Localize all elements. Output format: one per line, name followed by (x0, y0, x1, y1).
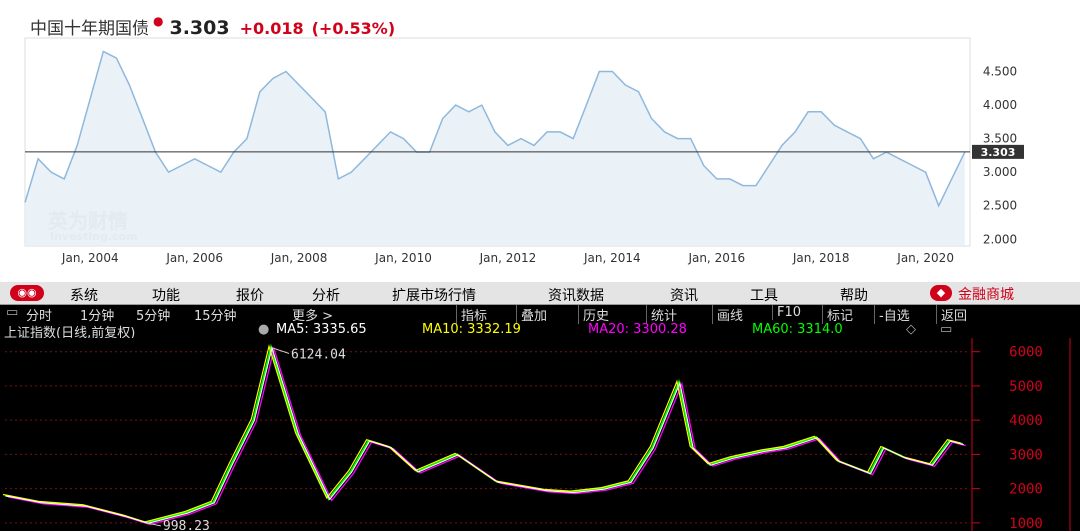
y-tick-label: 4.000 (983, 98, 1017, 112)
index-y-tick-label: 6000 (1009, 345, 1043, 361)
period-tab-2[interactable]: 5分钟 (136, 305, 170, 324)
menu-item-5[interactable]: 资讯数据 (548, 285, 604, 305)
tool-button-7[interactable]: -自选 (874, 305, 910, 324)
y-tick-label: 3.000 (983, 165, 1017, 179)
index-y-tick-label: 3000 (1009, 447, 1043, 463)
index-y-tick-label: 4000 (1009, 413, 1043, 429)
mall-icon[interactable]: ◆ (930, 285, 952, 301)
app-logo-icon: ◉◉ (10, 285, 44, 301)
ma5-label: MA5: 3335.65 (276, 322, 367, 337)
menu-item-7[interactable]: 工具 (750, 285, 778, 305)
ma10-label: MA10: 3332.19 (422, 322, 521, 337)
window-icon[interactable]: ▭ (6, 305, 18, 320)
menu-item-8[interactable]: 帮助 (840, 285, 868, 305)
period-tab-3[interactable]: 15分钟 (194, 305, 237, 324)
expand-icon[interactable]: ◇ (906, 322, 916, 337)
bond-chart: 英为财情Investing.com3.3034.5004.0003.5003.0… (24, 37, 1024, 265)
y-tick-label: 2.000 (983, 232, 1017, 246)
current-level-label: 3.303 (981, 146, 1016, 159)
x-tick-label: Jan, 2016 (687, 251, 745, 265)
index-y-tick-label: 1000 (1009, 516, 1043, 531)
x-tick-label: Jan, 2020 (896, 251, 954, 265)
menu-item-3[interactable]: 分析 (312, 285, 340, 305)
y-tick-label: 4.500 (983, 65, 1017, 79)
index-plot-bg (0, 338, 1080, 531)
y-tick-label: 3.500 (983, 132, 1017, 146)
x-tick-label: Jan, 2018 (792, 251, 850, 265)
index-y-tick-label: 5000 (1009, 379, 1043, 395)
x-tick-label: Jan, 2010 (374, 251, 432, 265)
index-y-tick-label: 2000 (1009, 482, 1043, 498)
x-tick-label: Jan, 2014 (583, 251, 641, 265)
menu-item-2[interactable]: 报价 (236, 285, 264, 305)
low-annotation: 998.23 (163, 519, 210, 531)
ma20-label: MA20: 3300.28 (588, 322, 687, 337)
x-tick-label: Jan, 2006 (165, 251, 223, 265)
x-tick-label: Jan, 2008 (270, 251, 328, 265)
ma60-label: MA60: 3314.0 (752, 322, 843, 337)
tool-button-4[interactable]: 画线 (712, 305, 743, 324)
dropdown-icon[interactable]: ● (258, 322, 269, 337)
mall-link[interactable]: 金融商城 (958, 284, 1014, 304)
tool-button-5[interactable]: F10 (772, 305, 801, 320)
y-tick-label: 2.500 (983, 199, 1017, 213)
menu-item-4[interactable]: 扩展市场行情 (392, 285, 476, 305)
menu-item-6[interactable]: 资讯 (670, 285, 698, 305)
menu-item-1[interactable]: 功能 (152, 285, 180, 305)
x-tick-label: Jan, 2004 (61, 251, 119, 265)
panel-icon[interactable]: ▭ (940, 322, 952, 337)
x-tick-label: Jan, 2012 (479, 251, 537, 265)
menu-item-0[interactable]: 系统 (70, 285, 98, 305)
high-annotation: 6124.04 (291, 347, 346, 362)
index-chart: 6000 5000 4000 3000 2000 1000 6124.04 998.23 (0, 338, 1080, 531)
